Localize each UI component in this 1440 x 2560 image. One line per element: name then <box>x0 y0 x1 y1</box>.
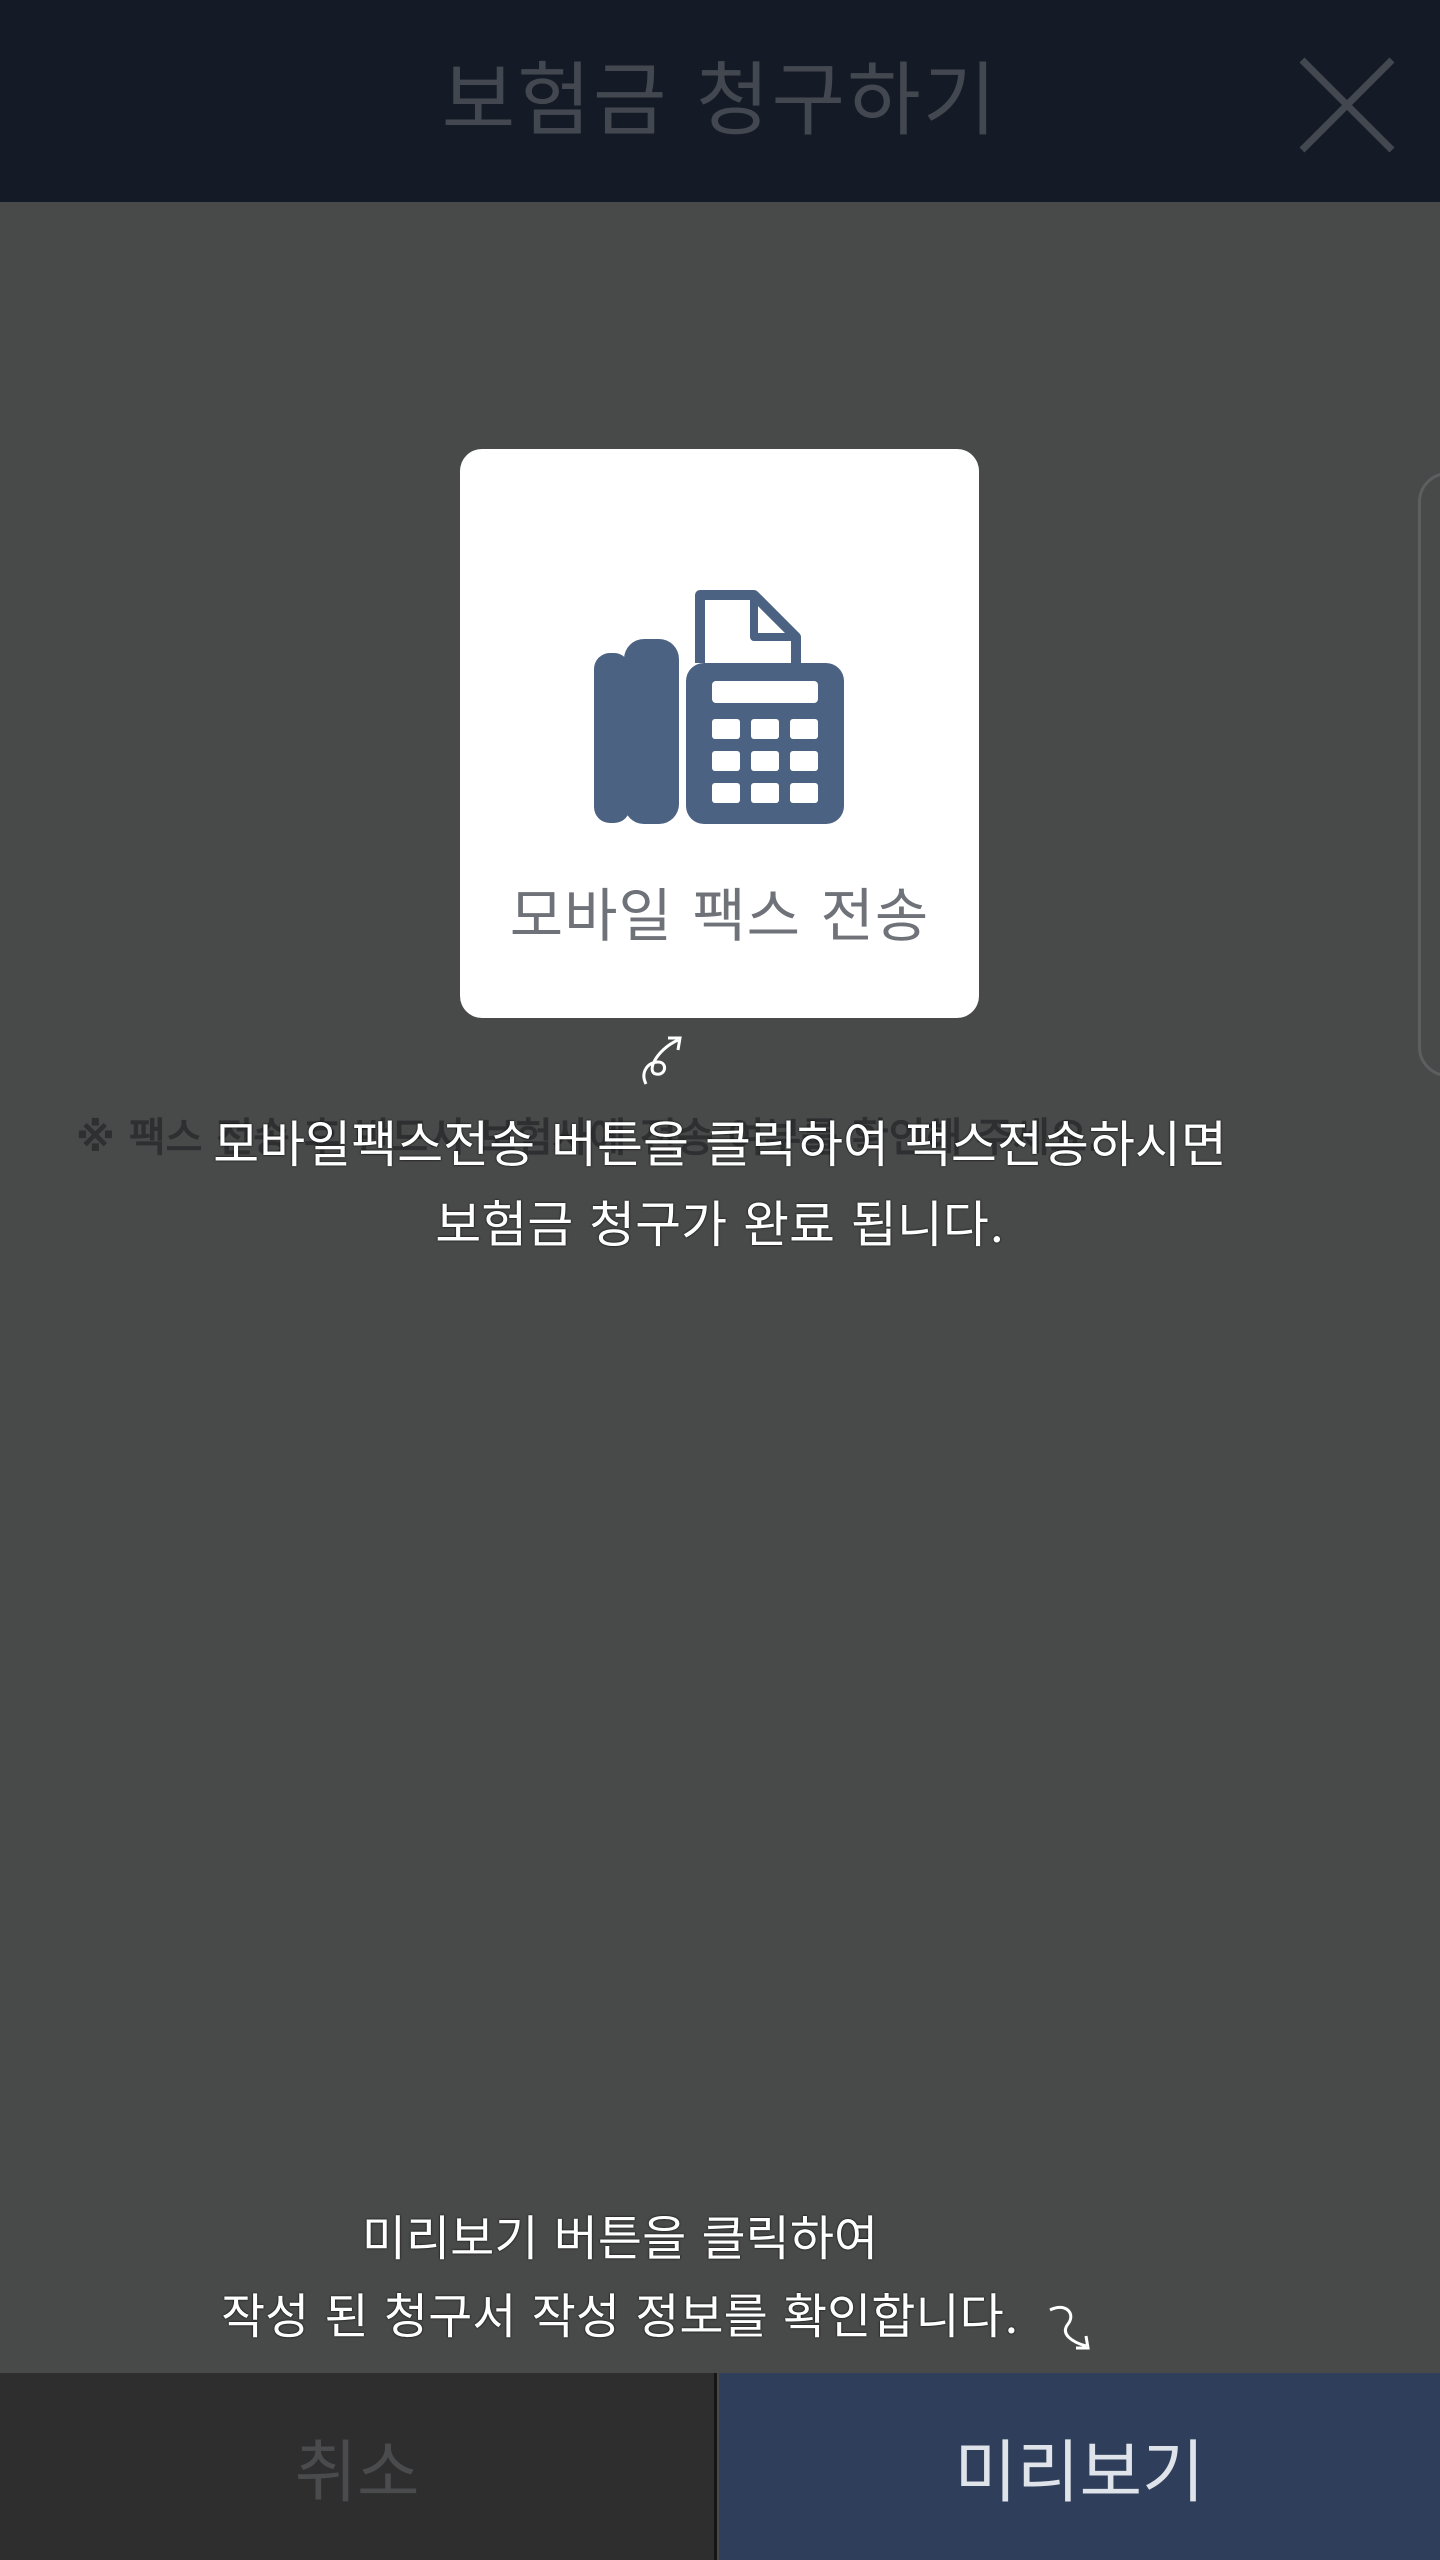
close-icon <box>1299 57 1395 153</box>
preview-annotation-line2: 작성 된 청구서 작성 정보를 확인합니다. <box>220 2289 1020 2345</box>
annotation-arrow-icon <box>1049 2305 1090 2350</box>
fax-icon <box>594 590 844 824</box>
fax-button-label: 모바일 팩스 전송 <box>509 882 930 950</box>
fax-annotation: 모바일팩스전송 버튼을 클릭하여 팩스전송하시면 보험금 청구가 완료 됩니다. <box>200 1105 1240 1265</box>
fax-annotation-line1: 모바일팩스전송 버튼을 클릭하여 팩스전송하시면 <box>213 1116 1227 1174</box>
header: 보험금 청구하기 <box>0 0 1440 202</box>
cancel-button[interactable]: 취소 <box>0 2373 717 2560</box>
close-button[interactable] <box>1292 50 1402 160</box>
fax-annotation-line2: 보험금 청구가 완료 됩니다. <box>435 1196 1005 1254</box>
page-title: 보험금 청구하기 <box>441 54 999 147</box>
preview-annotation-line1: 미리보기 버튼을 클릭하여 <box>361 2211 879 2267</box>
bottom-action-bar: 취소 미리보기 <box>0 2373 1440 2560</box>
annotation-arrow-icon <box>642 1036 682 1085</box>
preview-annotation: 미리보기 버튼을 클릭하여 작성 된 청구서 작성 정보를 확인합니다. <box>180 2200 1060 2356</box>
side-drawer-handle[interactable] <box>1418 472 1440 1077</box>
mobile-fax-send-button[interactable]: 모바일 팩스 전송 <box>460 449 979 1018</box>
preview-button[interactable]: 미리보기 <box>719 2373 1440 2560</box>
